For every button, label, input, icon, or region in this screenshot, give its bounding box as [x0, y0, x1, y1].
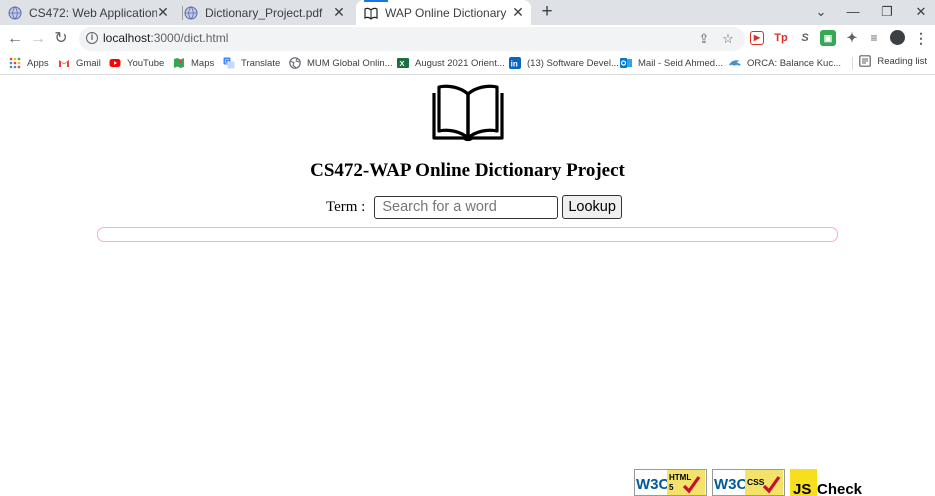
- bookmark-label: Mail - Seid Ahmed...: [638, 57, 724, 69]
- bookmark-label: YouTube: [127, 57, 165, 69]
- url-host: localhost: [103, 31, 151, 45]
- globe-icon: [184, 6, 198, 19]
- svg-text:G: G: [225, 60, 230, 66]
- back-icon[interactable]: ←: [5, 29, 25, 49]
- avatar[interactable]: [890, 30, 905, 45]
- bookmark-orca[interactable]: ORCA: Balance Kuc...: [729, 55, 841, 71]
- bookmark-august-2021[interactable]: X August 2021 Orient...: [397, 55, 505, 71]
- html-version-text: 5: [669, 483, 674, 492]
- close-icon[interactable]: ✕: [332, 5, 346, 19]
- url-text[interactable]: localhost:3000/dict.html: [103, 31, 228, 45]
- search-form: Term : Lookup: [326, 195, 622, 219]
- w3c-text: W3C: [636, 476, 670, 493]
- youtube-icon: [109, 59, 121, 67]
- info-icon[interactable]: i: [86, 32, 98, 44]
- new-tab-button[interactable]: +: [538, 2, 556, 21]
- loading-indicator: [364, 0, 388, 2]
- green-extension-icon[interactable]: ▣: [820, 30, 836, 46]
- bookmark-gmail[interactable]: Gmail: [58, 55, 101, 71]
- tab-title: CS472: Web Application Program: [29, 5, 157, 20]
- bookmark-label: August 2021 Orient...: [415, 57, 505, 69]
- bookmark-label: Maps: [191, 57, 215, 69]
- term-label: Term :: [326, 198, 366, 215]
- globe-icon: [8, 6, 22, 19]
- reading-list-icon: [859, 55, 872, 67]
- browser-toolbar: ← → ↻ i localhost:3000/dict.html ⇪ ☆ ▶ T…: [0, 25, 935, 52]
- close-window-icon[interactable]: ✕: [912, 3, 930, 21]
- apps-grid-icon: [9, 57, 21, 69]
- css-text: CSS: [747, 477, 765, 487]
- reading-list-button[interactable]: Reading list: [859, 55, 927, 67]
- w3c-css-badge[interactable]: W3C CSS: [712, 469, 785, 496]
- outlook-icon: [620, 58, 632, 68]
- lookup-button[interactable]: Lookup: [562, 195, 622, 219]
- w3c-html5-badge[interactable]: W3C HTML 5: [634, 469, 707, 496]
- js-text: JS: [793, 481, 811, 496]
- share-icon[interactable]: ⇪: [696, 31, 712, 47]
- page-title: CS472-WAP Online Dictionary Project: [310, 160, 625, 181]
- open-book-icon: [432, 84, 504, 142]
- tab-divider: [182, 6, 183, 20]
- tab-title: WAP Online Dictionary: [385, 5, 507, 20]
- jscheck-badge[interactable]: JS Check: [790, 469, 868, 496]
- address-bar[interactable]: i localhost:3000/dict.html ⇪ ☆: [79, 27, 745, 51]
- puzzle-extensions-icon[interactable]: ✦: [844, 30, 860, 46]
- tab-strip: CS472: Web Application Program ✕ Diction…: [0, 0, 935, 25]
- bookmark-label: Apps: [27, 57, 49, 69]
- svg-text:in: in: [511, 60, 518, 69]
- gmail-icon: [59, 60, 69, 67]
- orca-icon: [729, 60, 741, 67]
- bookmark-translate[interactable]: G Translate: [223, 55, 280, 71]
- close-icon[interactable]: ✕: [511, 5, 525, 19]
- restore-icon[interactable]: ❐: [878, 3, 896, 21]
- media-control-icon[interactable]: ≡: [866, 30, 882, 46]
- maps-icon: [174, 58, 184, 68]
- linkedin-icon: in: [509, 57, 521, 69]
- bookmark-software-devel[interactable]: in (13) Software Devel...: [509, 55, 619, 71]
- bookmark-label: MUM Global Onlin...: [307, 57, 393, 69]
- video-extension-icon[interactable]: ▶: [750, 31, 764, 45]
- bookmark-label: (13) Software Devel...: [527, 57, 619, 69]
- translate-icon: G: [223, 57, 235, 69]
- close-icon[interactable]: ✕: [156, 5, 170, 19]
- tab-wap-online-dictionary[interactable]: WAP Online Dictionary ✕: [356, 0, 531, 25]
- menu-kebab-icon[interactable]: ⋮: [913, 30, 929, 46]
- tab-dictionary-pdf[interactable]: Dictionary_Project.pdf ✕: [184, 0, 352, 25]
- bookmark-star-icon[interactable]: ☆: [720, 31, 736, 47]
- results-container: [97, 227, 838, 242]
- bookmark-youtube[interactable]: YouTube: [109, 55, 164, 71]
- bookmark-maps[interactable]: Maps: [173, 55, 214, 71]
- bookmarks-bar: Apps Gmail YouTube Maps G Translate MUM …: [0, 52, 935, 75]
- bookmark-label: Gmail: [76, 57, 101, 69]
- globe-icon: [289, 57, 301, 69]
- bookmark-mum-global[interactable]: MUM Global Onlin...: [289, 55, 393, 71]
- tp-extension-icon[interactable]: Tp: [773, 30, 789, 46]
- bookmark-label: Translate: [241, 57, 281, 69]
- tab-search-icon[interactable]: ⌄: [812, 3, 830, 21]
- search-input[interactable]: [374, 195, 559, 219]
- html-text: HTML: [669, 473, 691, 482]
- tab-cs472[interactable]: CS472: Web Application Program ✕: [8, 0, 176, 25]
- check-text: Check: [817, 481, 863, 496]
- svg-text:X: X: [400, 59, 405, 68]
- url-path: :3000/dict.html: [150, 31, 229, 45]
- w3c-text: W3C: [714, 476, 748, 493]
- reload-icon[interactable]: ↻: [51, 29, 71, 49]
- tab-title: Dictionary_Project.pdf: [205, 5, 323, 20]
- bookmark-mail-seid[interactable]: Mail - Seid Ahmed...: [620, 55, 723, 71]
- excel-icon: X: [397, 58, 409, 68]
- book-icon: [364, 7, 378, 20]
- minimize-icon[interactable]: —: [844, 3, 862, 21]
- s-extension-icon[interactable]: S: [797, 30, 813, 46]
- bookmark-apps[interactable]: Apps: [9, 55, 49, 71]
- bookmarks-divider: [852, 57, 853, 70]
- reading-list-label: Reading list: [877, 55, 927, 67]
- bookmark-label: ORCA: Balance Kuc...: [747, 57, 841, 69]
- forward-icon[interactable]: →: [28, 29, 48, 49]
